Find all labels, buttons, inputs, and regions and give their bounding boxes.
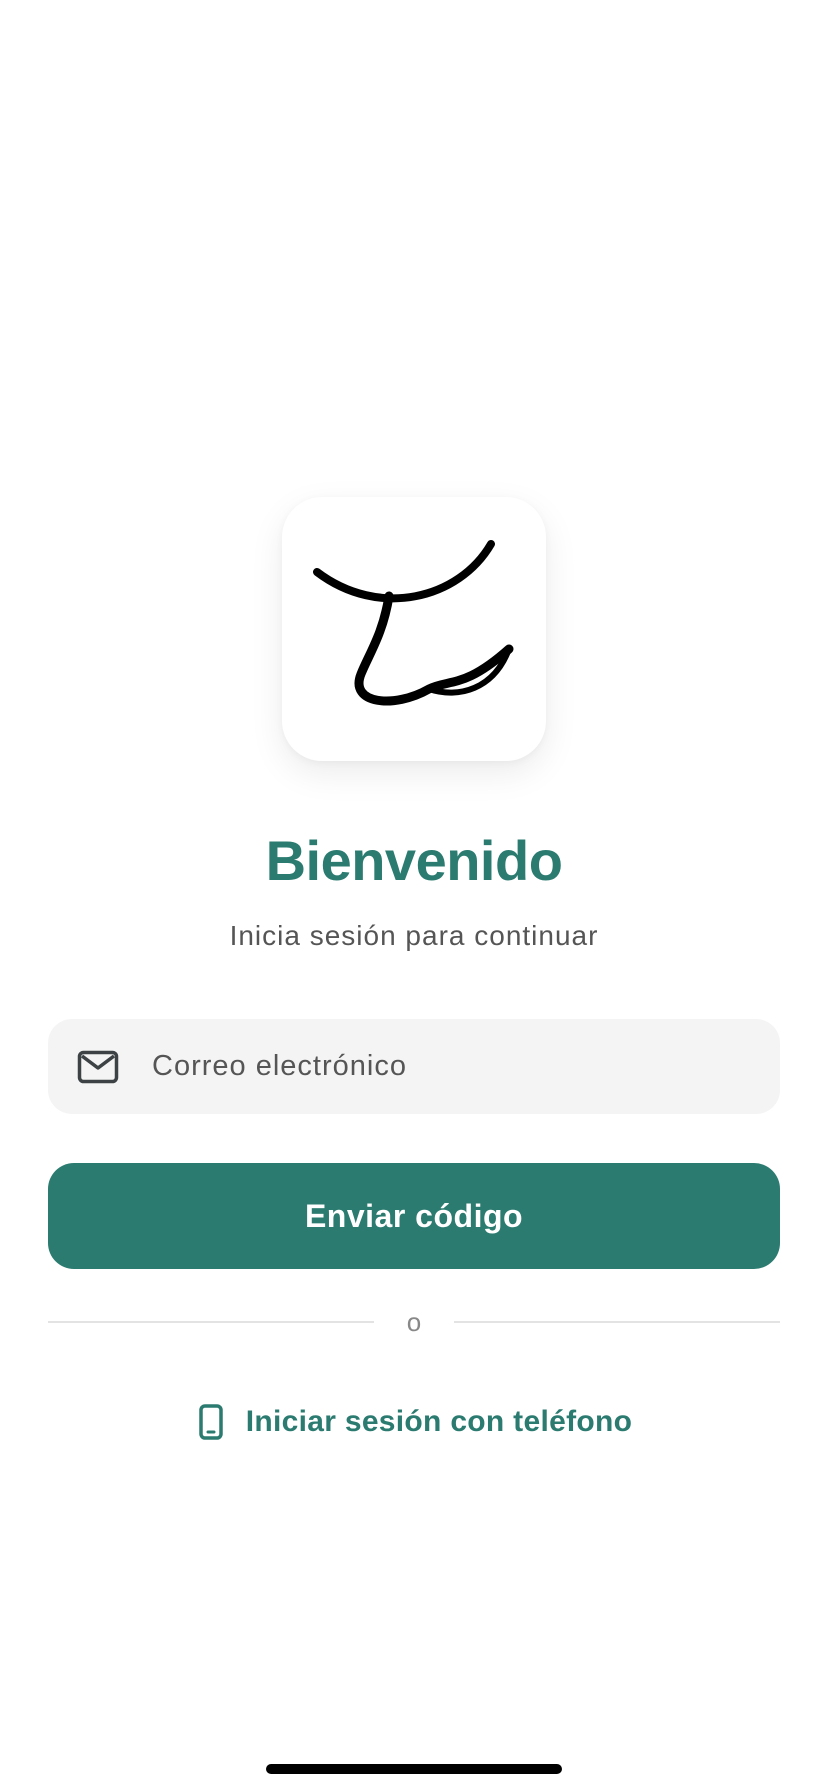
app-logo — [282, 497, 546, 761]
page-title: Bienvenido — [265, 829, 563, 892]
mail-icon — [76, 1045, 120, 1089]
divider-line-right — [454, 1321, 780, 1323]
or-divider: o — [48, 1304, 780, 1340]
page-subtitle: Inicia sesión para continuar — [229, 920, 599, 951]
handwritten-t-logo-icon — [313, 540, 514, 706]
login-screen: Bienvenido Inicia sesión para continuar … — [0, 0, 828, 1792]
phone-login-label: Iniciar sesión con teléfono — [245, 1405, 633, 1438]
email-field[interactable] — [48, 1019, 780, 1114]
email-input[interactable] — [150, 1035, 780, 1098]
home-indicator[interactable] — [266, 1764, 562, 1774]
send-code-button[interactable]: Enviar código — [48, 1163, 780, 1269]
phone-icon — [196, 1402, 226, 1442]
phone-login-link[interactable]: Iniciar sesión con teléfono — [0, 1398, 828, 1446]
